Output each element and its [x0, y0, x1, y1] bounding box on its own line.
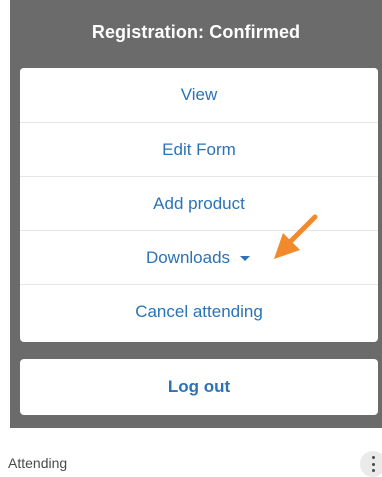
actions-menu: View Edit Form Add product Downloads Can… [20, 68, 378, 342]
menu-item-downloads[interactable]: Downloads [20, 230, 378, 284]
caret-down-icon [238, 252, 252, 266]
kebab-vertical-icon [371, 456, 375, 472]
menu-item-add-product[interactable]: Add product [20, 176, 378, 230]
logout-label: Log out [167, 377, 231, 396]
logout-button[interactable]: Log out [20, 359, 378, 415]
menu-item-downloads-label: Downloads [145, 247, 231, 267]
menu-item-view[interactable]: View [20, 68, 378, 122]
menu-item-cancel-attending-label: Cancel attending [135, 301, 263, 321]
menu-item-edit-form-label: Edit Form [162, 139, 236, 159]
menu-item-cancel-attending[interactable]: Cancel attending [20, 284, 378, 338]
more-options-button[interactable] [360, 451, 382, 477]
menu-item-view-label: View [180, 85, 218, 104]
attending-status: Attending [8, 455, 68, 471]
dialog-title: Registration: Confirmed [91, 21, 301, 42]
menu-item-edit-form[interactable]: Edit Form [20, 122, 378, 176]
menu-item-add-product-label: Add product [153, 193, 245, 213]
